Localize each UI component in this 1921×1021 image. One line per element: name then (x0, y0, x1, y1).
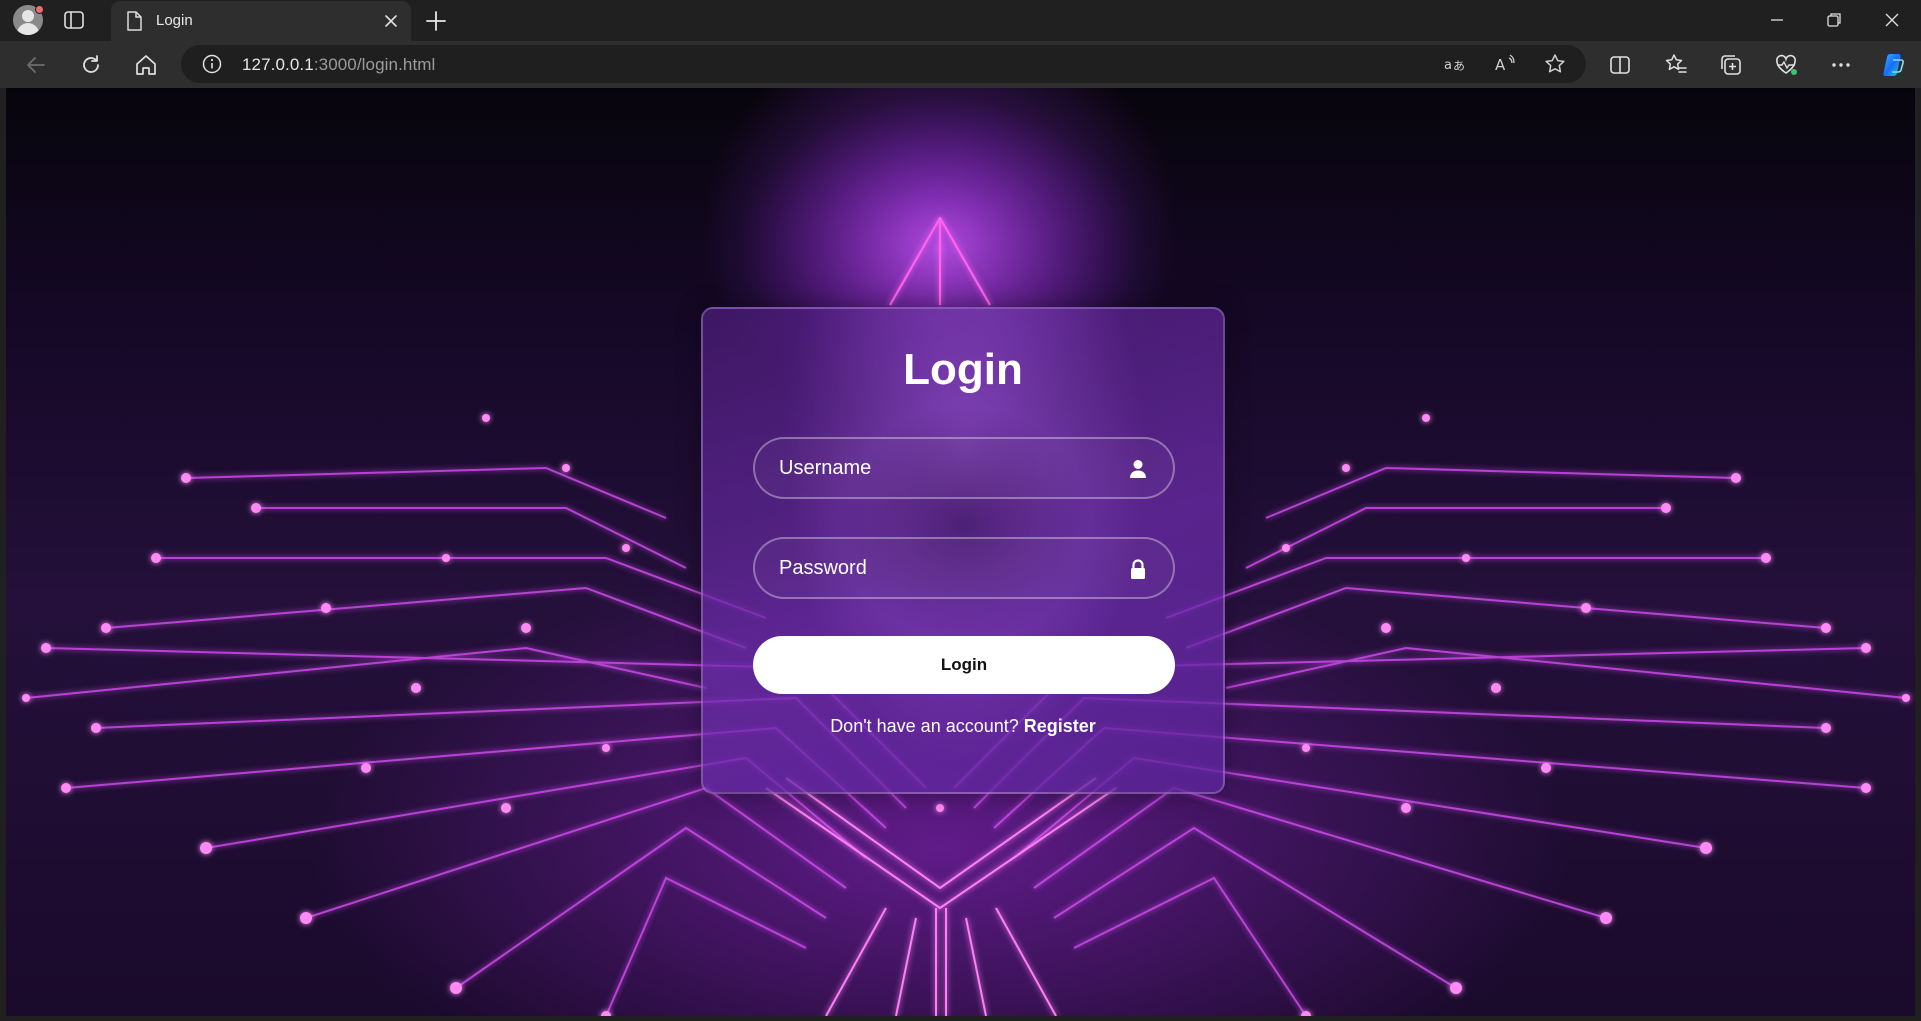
login-button[interactable]: Login (753, 636, 1175, 694)
restore-icon[interactable] (1820, 6, 1848, 34)
register-link[interactable]: Register (1024, 716, 1096, 736)
address-bar[interactable]: 127.0.0.1:3000/login.html aあ A (181, 45, 1586, 83)
svg-text:A: A (1495, 56, 1506, 74)
url-text: 127.0.0.1:3000/login.html (242, 55, 436, 74)
svg-text:あ: あ (1453, 59, 1465, 73)
split-screen-icon[interactable] (1606, 51, 1634, 79)
page-title: Login (903, 345, 1023, 394)
translate-icon[interactable]: aあ (1443, 52, 1467, 76)
document-icon (127, 11, 142, 31)
star-icon[interactable] (1543, 52, 1567, 76)
notification-dot (35, 5, 44, 14)
tab-title: Login (156, 12, 193, 29)
read-aloud-icon[interactable]: A (1493, 52, 1517, 76)
window-close-icon[interactable] (1878, 6, 1906, 34)
heart-pulse-icon[interactable] (1772, 51, 1800, 79)
plus-icon[interactable] (423, 8, 449, 34)
browser-toolbar: 127.0.0.1:3000/login.html aあ A (0, 41, 1921, 88)
more-icon[interactable] (1827, 51, 1855, 79)
register-prompt-text: Don't have an account? (830, 716, 1019, 736)
browser-tab[interactable]: Login (111, 1, 411, 41)
refresh-icon[interactable] (77, 51, 105, 79)
login-card: Login Login Don't have an account? Regis… (701, 307, 1225, 794)
page-viewport: Login Login Don't have an account? Regis… (6, 88, 1915, 1016)
favorites-icon[interactable] (1662, 51, 1690, 79)
register-prompt: Don't have an account? Register (703, 716, 1223, 737)
collections-icon[interactable] (1717, 51, 1745, 79)
lock-icon (1131, 559, 1145, 579)
tab-actions-icon[interactable] (62, 9, 86, 31)
password-field[interactable] (753, 537, 1175, 599)
user-icon (1130, 460, 1146, 478)
copilot-icon[interactable] (1880, 51, 1908, 79)
back-arrow-icon[interactable] (22, 51, 50, 79)
info-icon[interactable] (202, 54, 222, 74)
browser-titlebar: Login (0, 0, 1921, 41)
username-input[interactable] (755, 439, 1173, 497)
home-icon[interactable] (132, 51, 160, 79)
password-input[interactable] (755, 539, 1173, 597)
close-icon[interactable] (381, 11, 401, 31)
svg-text:a: a (1444, 58, 1452, 73)
minimize-icon[interactable] (1763, 6, 1791, 34)
username-field[interactable] (753, 437, 1175, 499)
